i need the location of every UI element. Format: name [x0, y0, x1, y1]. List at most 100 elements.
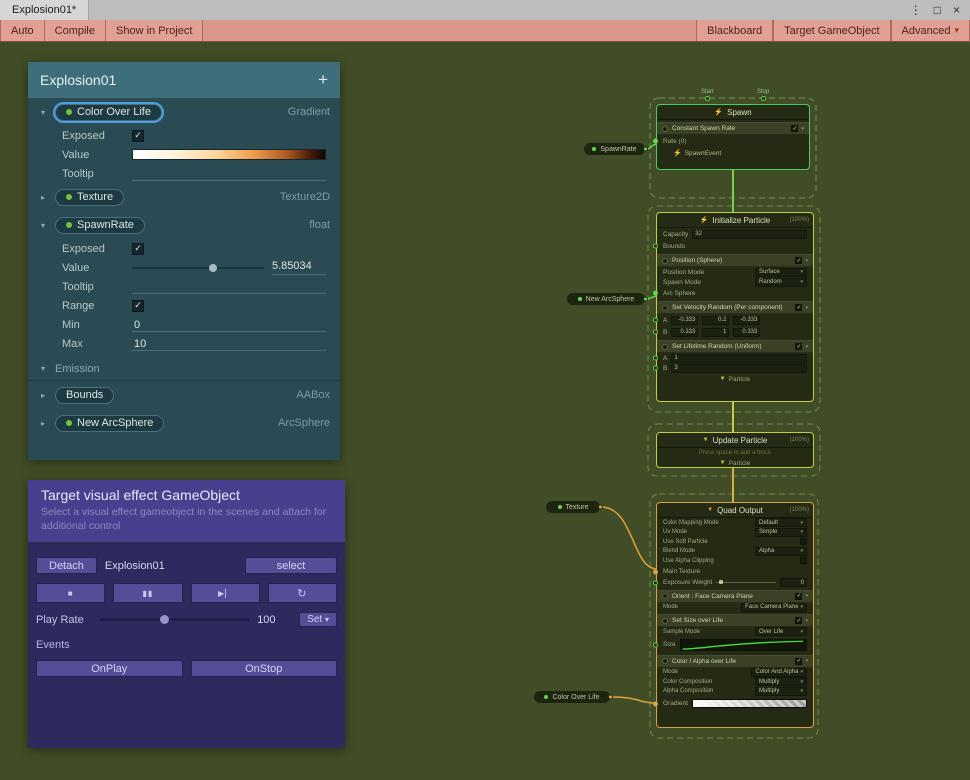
- block-checkbox[interactable]: ✓: [795, 257, 802, 264]
- target-gameobject-toggle-button[interactable]: Target GameObject: [773, 20, 890, 41]
- update-node-header[interactable]: ▼ Update Particle (100%): [657, 433, 813, 448]
- lifetime-random-block-header[interactable]: Set Lifetime Random (Uniform) ✓ ▾: [657, 340, 813, 353]
- edge-coloroverlife-to-gradient[interactable]: [611, 697, 657, 703]
- velocity-b-port[interactable]: [653, 330, 658, 335]
- color-mode-dropdown[interactable]: Color And Alpha▾: [751, 668, 807, 677]
- capacity-field[interactable]: 32: [692, 230, 807, 239]
- gradient-preview[interactable]: [132, 149, 326, 160]
- output-port[interactable]: [643, 297, 648, 302]
- sample-mode-dropdown[interactable]: Over Life▾: [755, 627, 807, 636]
- uv-mode-dropdown[interactable]: Simple▾: [755, 528, 807, 537]
- size-port[interactable]: [653, 642, 658, 647]
- rate-input-port[interactable]: [653, 139, 658, 144]
- lifetime-a-port[interactable]: [653, 356, 658, 361]
- range-checkbox[interactable]: ✓: [132, 300, 144, 312]
- gradient-field[interactable]: [692, 699, 807, 708]
- chevron-down-icon[interactable]: ▾: [38, 221, 48, 230]
- play-rate-value[interactable]: 100: [257, 614, 291, 626]
- constant-spawn-rate-block-header[interactable]: Constant Spawn Rate ✓ ▾: [657, 122, 809, 135]
- close-icon[interactable]: ×: [953, 3, 960, 17]
- arcsphere-input-port[interactable]: [653, 291, 658, 296]
- add-parameter-button[interactable]: +: [318, 70, 328, 90]
- lifetime-b-field[interactable]: 3: [671, 364, 807, 373]
- vector-y-field[interactable]: 0.2: [702, 316, 729, 325]
- set-rate-dropdown-button[interactable]: Set ▾: [299, 612, 337, 627]
- exposure-weight-slider[interactable]: [716, 582, 776, 583]
- blend-mode-dropdown[interactable]: Alpha▾: [755, 547, 807, 556]
- exposure-weight-port[interactable]: [653, 580, 658, 585]
- min-field[interactable]: 0: [132, 317, 326, 332]
- initialize-node-header[interactable]: ⚡ Initialize Particle (100%): [657, 213, 813, 228]
- block-checkbox[interactable]: ✓: [795, 658, 802, 665]
- particle-output-row[interactable]: ▼ Particle: [657, 373, 813, 385]
- param-pill-new-arcsphere[interactable]: New ArcSphere: [55, 415, 164, 432]
- output-port[interactable]: [608, 695, 613, 700]
- restart-button[interactable]: ↻: [268, 583, 337, 603]
- play-rate-slider[interactable]: [100, 618, 249, 621]
- spawn-start-port[interactable]: Start: [701, 89, 714, 101]
- block-enable-toggle[interactable]: [662, 618, 668, 624]
- menu-icon[interactable]: ⋮: [910, 3, 922, 17]
- alpha-composition-dropdown[interactable]: Multiply▾: [755, 687, 807, 696]
- block-enable-toggle[interactable]: [662, 126, 668, 132]
- step-button[interactable]: ▶▏: [191, 583, 260, 603]
- chevron-right-icon[interactable]: ▸: [38, 419, 48, 428]
- value-number-field[interactable]: 5.85034: [272, 260, 326, 275]
- color-mapping-dropdown[interactable]: Default▾: [755, 518, 807, 527]
- block-checkbox[interactable]: ✓: [795, 617, 802, 624]
- exposed-checkbox[interactable]: ✓: [132, 243, 144, 255]
- lifetime-a-field[interactable]: 1: [671, 354, 807, 363]
- chevron-right-icon[interactable]: ▸: [38, 391, 48, 400]
- block-enable-toggle[interactable]: [662, 658, 668, 664]
- orient-block-header[interactable]: Orient : Face Camera Plane ✓ ▾: [657, 590, 813, 603]
- vector-x-field[interactable]: 0.333: [671, 328, 698, 337]
- velocity-random-block-header[interactable]: Set Velocity Random (Per component) ✓ ▾: [657, 301, 813, 314]
- particle-output-row[interactable]: ▼ Particle: [657, 457, 813, 469]
- onplay-button[interactable]: OnPlay: [36, 660, 183, 677]
- vector-z-field[interactable]: -0.333: [733, 316, 760, 325]
- maximize-icon[interactable]: □: [934, 3, 941, 17]
- pill-node-new-arcsphere[interactable]: New ArcSphere: [566, 292, 646, 306]
- size-curve-field[interactable]: [680, 639, 807, 651]
- exposed-checkbox[interactable]: ✓: [132, 130, 144, 142]
- spawn-mode-dropdown[interactable]: Random ▾: [755, 278, 807, 287]
- value-slider[interactable]: [132, 267, 264, 269]
- select-button[interactable]: select: [245, 557, 337, 574]
- velocity-a-port[interactable]: [653, 318, 658, 323]
- spawn-node-header[interactable]: ⚡ Spawn: [657, 105, 809, 120]
- slider-thumb[interactable]: [209, 264, 217, 272]
- show-in-project-button[interactable]: Show in Project: [106, 20, 203, 41]
- edge-texture-to-maintexture[interactable]: [601, 507, 657, 569]
- pill-node-texture[interactable]: Texture: [545, 500, 601, 514]
- compile-button[interactable]: Compile: [45, 20, 106, 41]
- block-checkbox[interactable]: ✓: [791, 125, 798, 132]
- spawn-context-node[interactable]: Start Stop ⚡ Spawn Constant Spawn Rate ✓…: [656, 104, 810, 170]
- detach-button[interactable]: Detach: [36, 557, 97, 574]
- pill-node-color-over-life[interactable]: Color Over Life: [533, 690, 611, 704]
- chevron-right-icon[interactable]: ▸: [38, 193, 48, 202]
- position-sphere-block-header[interactable]: Position (Sphere) ✓ ▾: [657, 254, 813, 267]
- stop-button[interactable]: ■: [36, 583, 105, 603]
- pill-node-spawnrate[interactable]: SpawnRate: [583, 142, 646, 156]
- block-enable-toggle[interactable]: [662, 305, 668, 311]
- graph-canvas[interactable]: Explosion01 + ▾ Color Over Life Gradient…: [0, 42, 970, 780]
- main-texture-port-row[interactable]: Main Texture: [657, 566, 813, 578]
- block-checkbox[interactable]: ✓: [795, 304, 802, 311]
- bounds-port-row[interactable]: Bounds: [657, 240, 813, 252]
- vector-y-field[interactable]: 1: [702, 328, 729, 337]
- slider-thumb[interactable]: [719, 580, 723, 584]
- orient-mode-dropdown[interactable]: Face Camera Plane▾: [741, 603, 807, 612]
- block-checkbox[interactable]: ✓: [795, 593, 802, 600]
- exposure-weight-field[interactable]: 0: [780, 578, 807, 587]
- spawnevent-output-row[interactable]: ⚡ SpawnEvent: [657, 147, 809, 159]
- tooltip-field[interactable]: [132, 166, 326, 181]
- chevron-down-icon[interactable]: ▾: [38, 364, 48, 373]
- alpha-clipping-checkbox[interactable]: [800, 557, 807, 564]
- soft-particle-checkbox[interactable]: [800, 538, 807, 545]
- param-pill-bounds[interactable]: Bounds: [55, 387, 114, 404]
- position-mode-dropdown[interactable]: Surface ▾: [755, 268, 807, 277]
- set-size-block-header[interactable]: Set Size over Life ✓ ▾: [657, 614, 813, 627]
- onstop-button[interactable]: OnStop: [191, 660, 338, 677]
- bounds-input-port[interactable]: [653, 244, 658, 249]
- pause-button[interactable]: ▮▮: [113, 583, 182, 603]
